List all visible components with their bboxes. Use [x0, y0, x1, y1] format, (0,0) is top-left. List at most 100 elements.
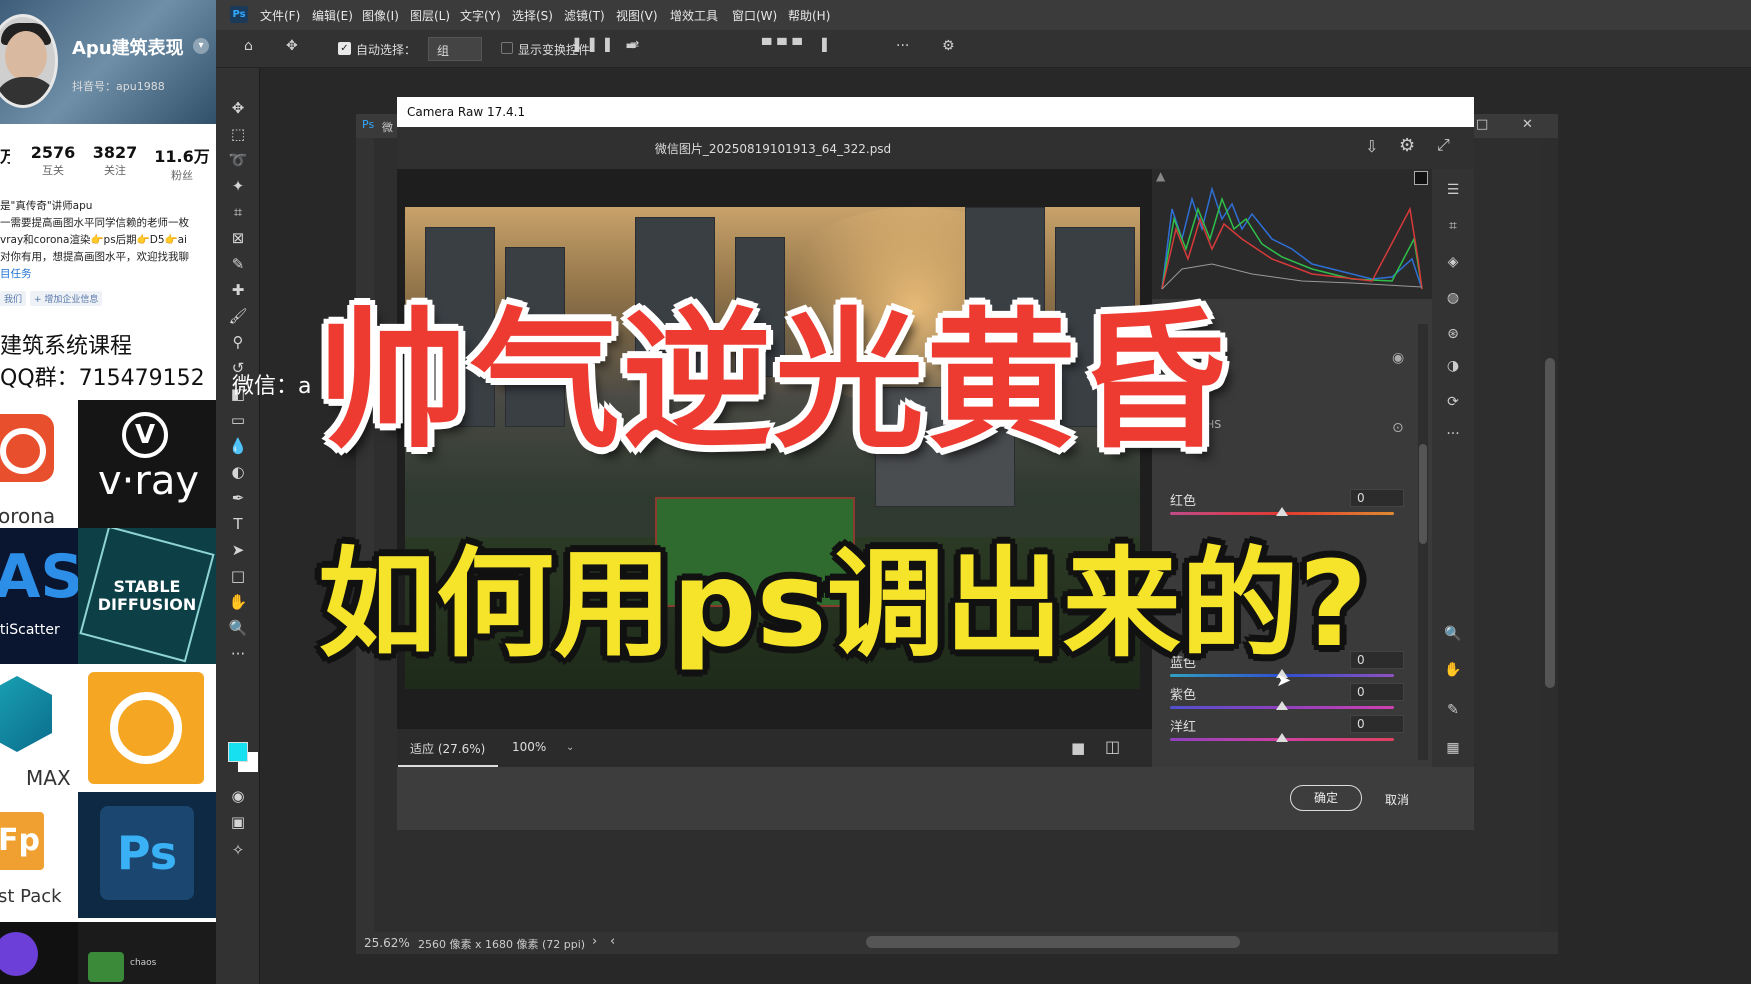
minimize-icon[interactable]: □ [1476, 117, 1488, 132]
chevron-left-icon[interactable]: ‹ [610, 934, 615, 949]
panel-scrollbar[interactable] [1418, 324, 1428, 760]
zoom-100-tab[interactable]: 100% [512, 740, 546, 754]
highlight-clip-icon[interactable] [1414, 171, 1428, 185]
vertical-scrollbar[interactable] [1542, 138, 1558, 932]
zoom-level[interactable]: 25.62% [364, 936, 410, 950]
target-icon[interactable]: ⊙ [1392, 420, 1404, 436]
auto-select-checkbox[interactable]: ✓ [338, 42, 351, 55]
hsl-magenta-value[interactable]: 0 [1350, 715, 1404, 733]
single-view-icon[interactable]: ■ [1071, 739, 1085, 757]
more-tools-icon[interactable]: ··· [228, 644, 248, 664]
stable-diffusion-logo: STABLE DIFFUSION [78, 528, 216, 664]
auto-select-dropdown[interactable]: 组 [428, 37, 482, 61]
blur-tool-icon[interactable]: 💧 [228, 436, 248, 456]
foreground-color-swatch[interactable] [228, 742, 248, 762]
magic-wand-icon[interactable]: ✦ [228, 176, 248, 196]
generative-icon[interactable]: ✧ [228, 840, 248, 860]
screen-mode-icon[interactable]: ▣ [228, 812, 248, 832]
mask-icon[interactable]: ◍ [1443, 288, 1463, 308]
preview-footer: ■ ◫ [397, 729, 1152, 767]
type-tool-icon[interactable]: T [228, 514, 248, 534]
distribute-icons[interactable]: ▀▀▀ ▐ [762, 38, 833, 52]
hsl-red-value[interactable]: 0 [1350, 489, 1404, 507]
close-icon[interactable]: ✕ [1522, 117, 1533, 132]
menu-plugins[interactable]: 增效工具 [670, 7, 718, 24]
cancel-button[interactable]: 取消 [1385, 791, 1409, 808]
headline-subtitle: 如何用ps调出来的? [318, 535, 1368, 673]
crop-icon[interactable]: ⌗ [1443, 216, 1463, 236]
menu-image[interactable]: 图像(I) [362, 7, 399, 24]
lasso-tool-icon[interactable]: ➰ [228, 150, 248, 170]
hand-tool-icon[interactable]: ✋ [228, 592, 248, 612]
home-icon[interactable]: ⌂ [244, 38, 253, 54]
quick-mask-icon[interactable]: ◉ [228, 786, 248, 806]
edit-sliders-icon[interactable]: ☰ [1443, 180, 1463, 200]
zoom-icon[interactable]: 🔍 [1443, 624, 1463, 644]
hsl-magenta-thumb[interactable] [1276, 733, 1288, 742]
presets-icon[interactable]: ◑ [1443, 356, 1463, 376]
chaos-logo: chaos [78, 922, 216, 984]
eyedropper-icon[interactable]: ✎ [228, 254, 248, 274]
show-transform-label: 显示变换控件 [518, 43, 591, 57]
shadow-clip-icon[interactable]: ▲ [1156, 169, 1165, 183]
profile-name: Apu建筑表现 [72, 38, 184, 59]
path-select-icon[interactable]: ➤ [228, 540, 248, 560]
course-info: 建筑系统课程 QQ群：715479152 [0, 328, 216, 400]
gear-icon[interactable]: ⚙ [1399, 135, 1415, 156]
chevron-down-icon[interactable]: ⌄ [566, 742, 574, 753]
menu-select[interactable]: 选择(S) [512, 7, 553, 24]
menu-file[interactable]: 文件(F) [260, 7, 300, 24]
sampler-icon[interactable]: ✎ [1443, 700, 1463, 720]
profile-tags[interactable]: 我们 + 增加企业信息 [0, 291, 106, 306]
wechat-overlay: 微信：a [232, 374, 312, 399]
brush-tool-icon[interactable]: 🖌 [228, 306, 248, 326]
menu-edit[interactable]: 编辑(E) [312, 7, 353, 24]
healing-brush-icon[interactable]: ✚ [228, 280, 248, 300]
chevron-down-icon[interactable]: ▾ [193, 38, 209, 54]
gradient-tool-icon[interactable]: ▭ [228, 410, 248, 430]
crop-tool-icon[interactable]: ⌗ [228, 202, 248, 222]
zoom-tool-icon[interactable]: 🔍 [228, 618, 248, 638]
menu-window[interactable]: 窗口(W) [732, 7, 777, 24]
menu-type[interactable]: 文字(Y) [460, 7, 501, 24]
heal-icon[interactable]: ◈ [1443, 252, 1463, 272]
menu-view[interactable]: 视图(V) [616, 7, 658, 24]
more-icon[interactable]: ··· [896, 38, 909, 54]
save-icon[interactable]: ⇩ [1365, 137, 1378, 156]
marquee-tool-icon[interactable]: ⬚ [228, 124, 248, 144]
gear-icon[interactable]: ⚙ [942, 38, 955, 54]
douyin-id: 抖音号：apu1988 [72, 80, 165, 93]
menu-layer[interactable]: 图层(L) [410, 7, 450, 24]
multiscatter-logo: AS ltiScatter [0, 528, 78, 664]
hsl-purple-label: 紫色 [1170, 688, 1197, 703]
doc-size: 2560 像素 x 1680 像素 (72 ppi) [418, 938, 586, 951]
hsl-purple-value[interactable]: 0 [1350, 683, 1404, 701]
move-tool-icon[interactable]: ✥ [286, 38, 298, 54]
frame-tool-icon[interactable]: ⊠ [228, 228, 248, 248]
hand-icon[interactable]: ✋ [1443, 660, 1463, 680]
fullscreen-icon[interactable]: ⤢ [1437, 135, 1450, 155]
zoom-fit-tab[interactable]: 适应 (27.6%) [398, 729, 498, 767]
profile-bio: 是"真传奇"讲师apu 一需要提高画图水平同学信赖的老师一枚 vray和corona… [0, 200, 189, 280]
show-transform-checkbox[interactable] [501, 42, 513, 54]
pen-tool-icon[interactable]: ✒ [228, 488, 248, 508]
ok-button[interactable]: 确定 [1290, 785, 1362, 811]
chevron-right-icon[interactable]: › [592, 934, 597, 949]
dodge-tool-icon[interactable]: ◐ [228, 462, 248, 482]
headline-title: 帅气逆光黄昏 [318, 295, 1231, 469]
forest-pack-logo: Fp st Pack [0, 792, 78, 922]
rectangle-tool-icon[interactable]: □ [228, 566, 248, 586]
eye-icon[interactable]: ◉ [1392, 350, 1404, 366]
redeye-icon[interactable]: ⊛ [1443, 324, 1463, 344]
snapshot-icon[interactable]: ⟳ [1443, 392, 1463, 412]
menu-filter[interactable]: 滤镜(T) [564, 7, 605, 24]
menu-help[interactable]: 帮助(H) [788, 7, 830, 24]
stamp-tool-icon[interactable]: ⚲ [228, 332, 248, 352]
camera-raw-filename: 微信图片_20250819101913_64_322.psd [654, 142, 892, 156]
move-tool-icon[interactable]: ✥ [228, 98, 248, 118]
compare-view-icon[interactable]: ◫ [1105, 737, 1120, 756]
hsl-purple-thumb[interactable] [1276, 701, 1288, 710]
stat-partial: 万 [0, 147, 10, 166]
more-icon[interactable]: ··· [1443, 424, 1463, 444]
grid-icon[interactable]: ▦ [1443, 738, 1463, 758]
